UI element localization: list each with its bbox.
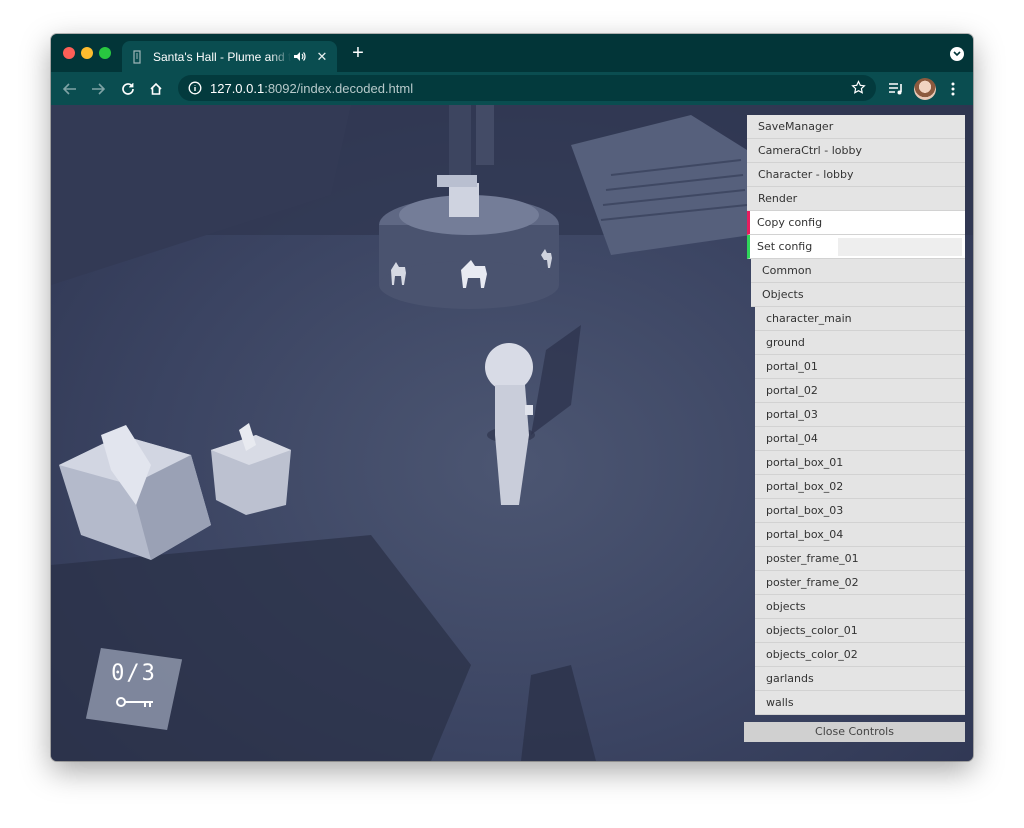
- forward-button[interactable]: [88, 79, 108, 99]
- folder-objects[interactable]: Objects: [751, 283, 965, 307]
- key-icon: [116, 697, 153, 707]
- folder-portal-box-03[interactable]: portal_box_03: [755, 499, 965, 523]
- reload-button[interactable]: [118, 79, 138, 99]
- tab-strip: Santa's Hall - Plume and the ✕ +: [51, 34, 973, 72]
- folder-garlands[interactable]: garlands: [755, 667, 965, 691]
- folder-portal-box-04[interactable]: portal_box_04: [755, 523, 965, 547]
- speaker-icon[interactable]: [293, 51, 307, 62]
- folder-character-main[interactable]: character_main: [755, 307, 965, 331]
- more-vertical-icon: [951, 82, 955, 96]
- set-config-label: Set config: [757, 240, 813, 253]
- folder-portal-box-01[interactable]: portal_box_01: [755, 451, 965, 475]
- folder-portal-04[interactable]: portal_04: [755, 427, 965, 451]
- folder-portal-03[interactable]: portal_03: [755, 403, 965, 427]
- star-icon[interactable]: [851, 80, 866, 95]
- folder-portal-box-02[interactable]: portal_box_02: [755, 475, 965, 499]
- set-config-button[interactable]: Set config: [747, 235, 965, 259]
- folder-objects-color-01[interactable]: objects_color_01: [755, 619, 965, 643]
- folder-character-lobby[interactable]: Character - lobby: [747, 163, 965, 187]
- maximize-window-button[interactable]: [99, 47, 111, 59]
- folder-portal-02[interactable]: portal_02: [755, 379, 965, 403]
- info-icon: [188, 81, 202, 95]
- folder-portal-01[interactable]: portal_01: [755, 355, 965, 379]
- url-host: 127.0.0.1: [210, 80, 265, 96]
- address-bar[interactable]: 127.0.0.1:8092/index.decoded.html: [178, 75, 876, 101]
- browser-tab[interactable]: Santa's Hall - Plume and the ✕: [122, 41, 337, 72]
- folder-poster-frame-02[interactable]: poster_frame_02: [755, 571, 965, 595]
- browser-window: Santa's Hall - Plume and the ✕ + 127.0.0…: [51, 34, 973, 761]
- back-button[interactable]: [60, 79, 80, 99]
- folder-poster-frame-01[interactable]: poster_frame_01: [755, 547, 965, 571]
- game-viewport[interactable]: 0/3 SaveManager CameraCtrl - lobby Chara…: [51, 105, 973, 761]
- browser-toolbar: 127.0.0.1:8092/index.decoded.html: [51, 72, 973, 105]
- close-icon[interactable]: ✕: [315, 49, 329, 65]
- chevron-down-icon: [953, 51, 961, 57]
- folder-cameractrl-lobby[interactable]: CameraCtrl - lobby: [747, 139, 965, 163]
- tab-search-button[interactable]: [950, 47, 964, 61]
- folder-savemanager[interactable]: SaveManager: [747, 115, 965, 139]
- minimize-window-button[interactable]: [81, 47, 93, 59]
- home-button[interactable]: [146, 79, 166, 99]
- reload-icon: [122, 83, 134, 95]
- folder-walls[interactable]: walls: [755, 691, 965, 715]
- folder-common[interactable]: Common: [751, 259, 965, 283]
- tab-title: Santa's Hall - Plume and the: [153, 49, 291, 64]
- counter-value: 0/3: [111, 661, 157, 686]
- home-icon: [150, 82, 162, 95]
- media-controls-button[interactable]: [885, 78, 907, 100]
- controls-panel: SaveManager CameraCtrl - lobby Character…: [744, 115, 965, 761]
- browser-menu-button[interactable]: [942, 78, 964, 100]
- set-config-field[interactable]: [838, 238, 962, 256]
- avatar[interactable]: [914, 78, 936, 100]
- url-path: :8092/index.decoded.html: [264, 80, 414, 96]
- forward-arrow-icon: [92, 83, 105, 95]
- playlist-icon: [889, 83, 902, 95]
- folder-ground[interactable]: ground: [755, 331, 965, 355]
- back-arrow-icon: [63, 83, 76, 95]
- new-tab-button[interactable]: +: [348, 43, 368, 63]
- page-icon: [130, 49, 144, 64]
- key-counter: 0/3: [85, 647, 183, 731]
- folder-objects-material[interactable]: objects: [755, 595, 965, 619]
- folder-render[interactable]: Render: [747, 187, 965, 211]
- copy-config-button[interactable]: Copy config: [747, 211, 965, 235]
- folder-objects-color-02[interactable]: objects_color_02: [755, 643, 965, 667]
- close-window-button[interactable]: [63, 47, 75, 59]
- close-controls-button[interactable]: Close Controls: [744, 722, 965, 742]
